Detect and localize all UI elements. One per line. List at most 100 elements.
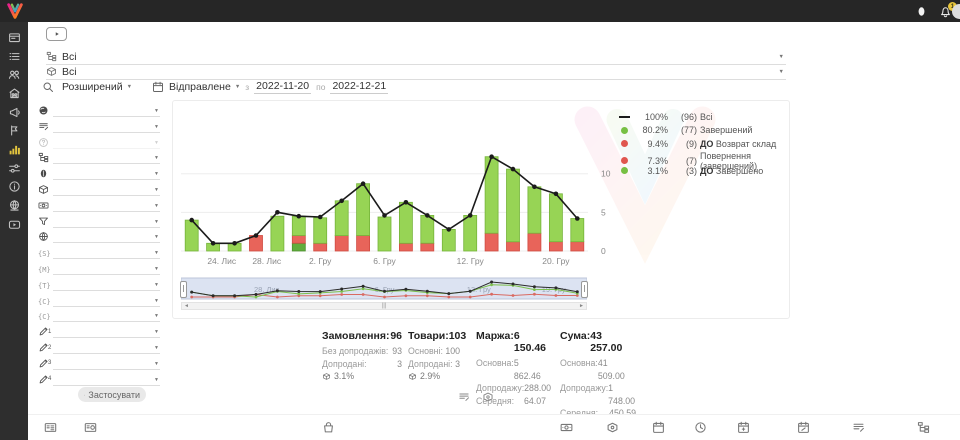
sidebar-item-store[interactable] (0, 84, 28, 103)
chevron-down-icon: ▼ (154, 298, 160, 306)
date-from-input[interactable]: 2022-11-20 (254, 80, 311, 94)
stat-title: Замовлення:96 (322, 330, 402, 342)
video-icon (8, 218, 21, 231)
scrollbar-grip[interactable]: ||| (380, 303, 389, 309)
chevron-down-icon: ▼ (154, 313, 160, 321)
chevron-down-icon: ▼ (154, 250, 160, 258)
bb-feed-icon[interactable] (852, 421, 865, 434)
filter-geo-select[interactable]: ▼ (38, 101, 160, 117)
legend-item[interactable]: 100%(96)Всі (617, 110, 789, 124)
sidebar-item-integrations[interactable] (0, 196, 28, 215)
legend-item[interactable]: 7.3%(7)Повернення (завершений) (617, 151, 789, 165)
filter-product-select[interactable]: ▼ (38, 180, 160, 196)
legend-item[interactable]: 80.2%(77)Завершений (617, 124, 789, 138)
scroll-left-arrow-icon[interactable]: ◄ (182, 303, 191, 309)
bell-icon[interactable]: 1 (939, 5, 952, 18)
filter-utm-content-select[interactable]: {C}▼ (38, 291, 160, 307)
toggle-product-view[interactable] (482, 391, 494, 403)
filter-custom-1-select[interactable]: 1▼ (38, 322, 160, 338)
filter-help-select[interactable]: ▼ (38, 133, 160, 149)
search-mode-dropdown[interactable]: Розширений▼ (62, 81, 132, 93)
avatar[interactable] (952, 4, 960, 19)
sidebar-item-promo[interactable] (0, 103, 28, 122)
filter-custom-2-select[interactable]: 2▼ (38, 338, 160, 354)
funnel-icon (38, 216, 49, 227)
date-to-input[interactable]: 2022-12-21 (330, 80, 388, 94)
filter-payment-select[interactable]: ▼ (38, 196, 160, 212)
tree-icon (38, 152, 49, 163)
sidebar-item-statistics[interactable] (0, 140, 28, 159)
bb-calendar-icon[interactable] (652, 421, 665, 434)
sidebar-item-info[interactable] (0, 178, 28, 197)
user-icon[interactable] (915, 5, 928, 18)
filter-utm-term-select[interactable]: {T}▼ (38, 275, 160, 291)
chevron-down-icon: ▼ (154, 345, 160, 353)
cash-icon (38, 200, 49, 211)
filter-source-select[interactable]: ▼ (38, 117, 160, 133)
bb-products-icon[interactable] (606, 421, 619, 434)
legend-dot-swatch (621, 140, 628, 147)
stat-value: 96 (390, 330, 402, 342)
legend-item[interactable]: 9.4%(9)ДО Возврат склад (617, 137, 789, 151)
stat-subrow: Основна:5 862.46 (476, 357, 546, 382)
apply-button-label: Застосувати (88, 390, 140, 400)
chart-navigator[interactable]: 28. Лис6. Гру13. Гру19. Гру (181, 277, 587, 301)
sidebar-item-settings[interactable] (0, 159, 28, 178)
bb-time-icon[interactable] (694, 421, 707, 434)
filter-funnel-select[interactable]: ▼ (38, 212, 160, 228)
app-logo-icon[interactable] (6, 2, 24, 20)
sidebar (0, 22, 28, 440)
navigator-scrollbar[interactable]: ◄ ||| ► (181, 302, 587, 310)
filter-utm-source-select[interactable]: {S}▼ (38, 243, 160, 259)
date-type-value: Відправлене (169, 81, 231, 93)
toggle-list-view[interactable] (458, 391, 470, 403)
filter-custom-4-select[interactable]: 4▼ (38, 370, 160, 386)
sliders-icon (8, 162, 21, 175)
stat-title: Маржа:6 150.46 (476, 330, 546, 354)
scroll-right-arrow-icon[interactable]: ► (577, 303, 586, 309)
calendar-icon (152, 81, 164, 93)
filter-utm-campaign-select[interactable]: {C}▼ (38, 306, 160, 322)
sidebar-item-campaigns[interactable] (0, 121, 28, 140)
sidebar-item-customers[interactable] (0, 65, 28, 84)
date-from-label: з (245, 82, 249, 92)
filter-structure-select[interactable]: ▼ (38, 148, 160, 164)
finger-icon (38, 168, 49, 179)
promo-icon (8, 106, 21, 119)
bb-structure-icon[interactable] (917, 421, 930, 434)
legend-item[interactable]: 3.1%(3)ДО Завершено (617, 164, 789, 178)
navigator-right-handle[interactable] (581, 281, 588, 298)
legend-dot-swatch (621, 127, 628, 134)
feed-icon (38, 121, 49, 132)
chevron-down-icon: ▼ (154, 266, 160, 274)
legend-dot-swatch (621, 167, 628, 174)
chevron-down-icon: ▼ (154, 171, 160, 179)
apply-button[interactable]: Застосувати (78, 387, 146, 402)
bb-package-date-icon[interactable] (737, 421, 750, 434)
filter-custom-3-select[interactable]: 3▼ (38, 354, 160, 370)
chevron-down-icon: ▼ (154, 329, 160, 337)
bb-payments-icon[interactable] (560, 421, 573, 434)
filter-site-select[interactable]: ▼ (38, 227, 160, 243)
bb-ids-list-icon[interactable] (44, 421, 57, 434)
pkg-icon (38, 184, 49, 195)
chevron-down-icon: ▼ (779, 54, 786, 60)
chevron-down-icon: ▼ (154, 234, 160, 242)
status-filter-select[interactable]: Всі ▼ (46, 49, 786, 65)
chart-card: 051024. Лис28. Лис2. Гру6. Гру12. Гру20.… (172, 100, 790, 319)
stat-title: Товари:103 (408, 330, 460, 342)
sidebar-item-video[interactable] (0, 215, 28, 234)
sidebar-item-orders[interactable] (0, 47, 28, 66)
filter-id-select[interactable]: ▼ (38, 164, 160, 180)
products-filter-select[interactable]: Всі ▼ (46, 64, 786, 80)
bb-calendar-edit-icon[interactable] (797, 421, 810, 434)
search-icon[interactable] (42, 81, 54, 93)
video-help-button[interactable] (46, 27, 67, 41)
help-icon (38, 137, 49, 148)
bb-ids-ranges-icon[interactable] (84, 421, 97, 434)
bb-bag-icon[interactable] (322, 421, 335, 434)
navigator-left-handle[interactable] (180, 281, 187, 298)
sidebar-item-dashboard[interactable] (0, 28, 28, 47)
date-type-dropdown[interactable]: Відправлене▼ (169, 81, 240, 93)
filter-utm-medium-select[interactable]: {M}▼ (38, 259, 160, 275)
